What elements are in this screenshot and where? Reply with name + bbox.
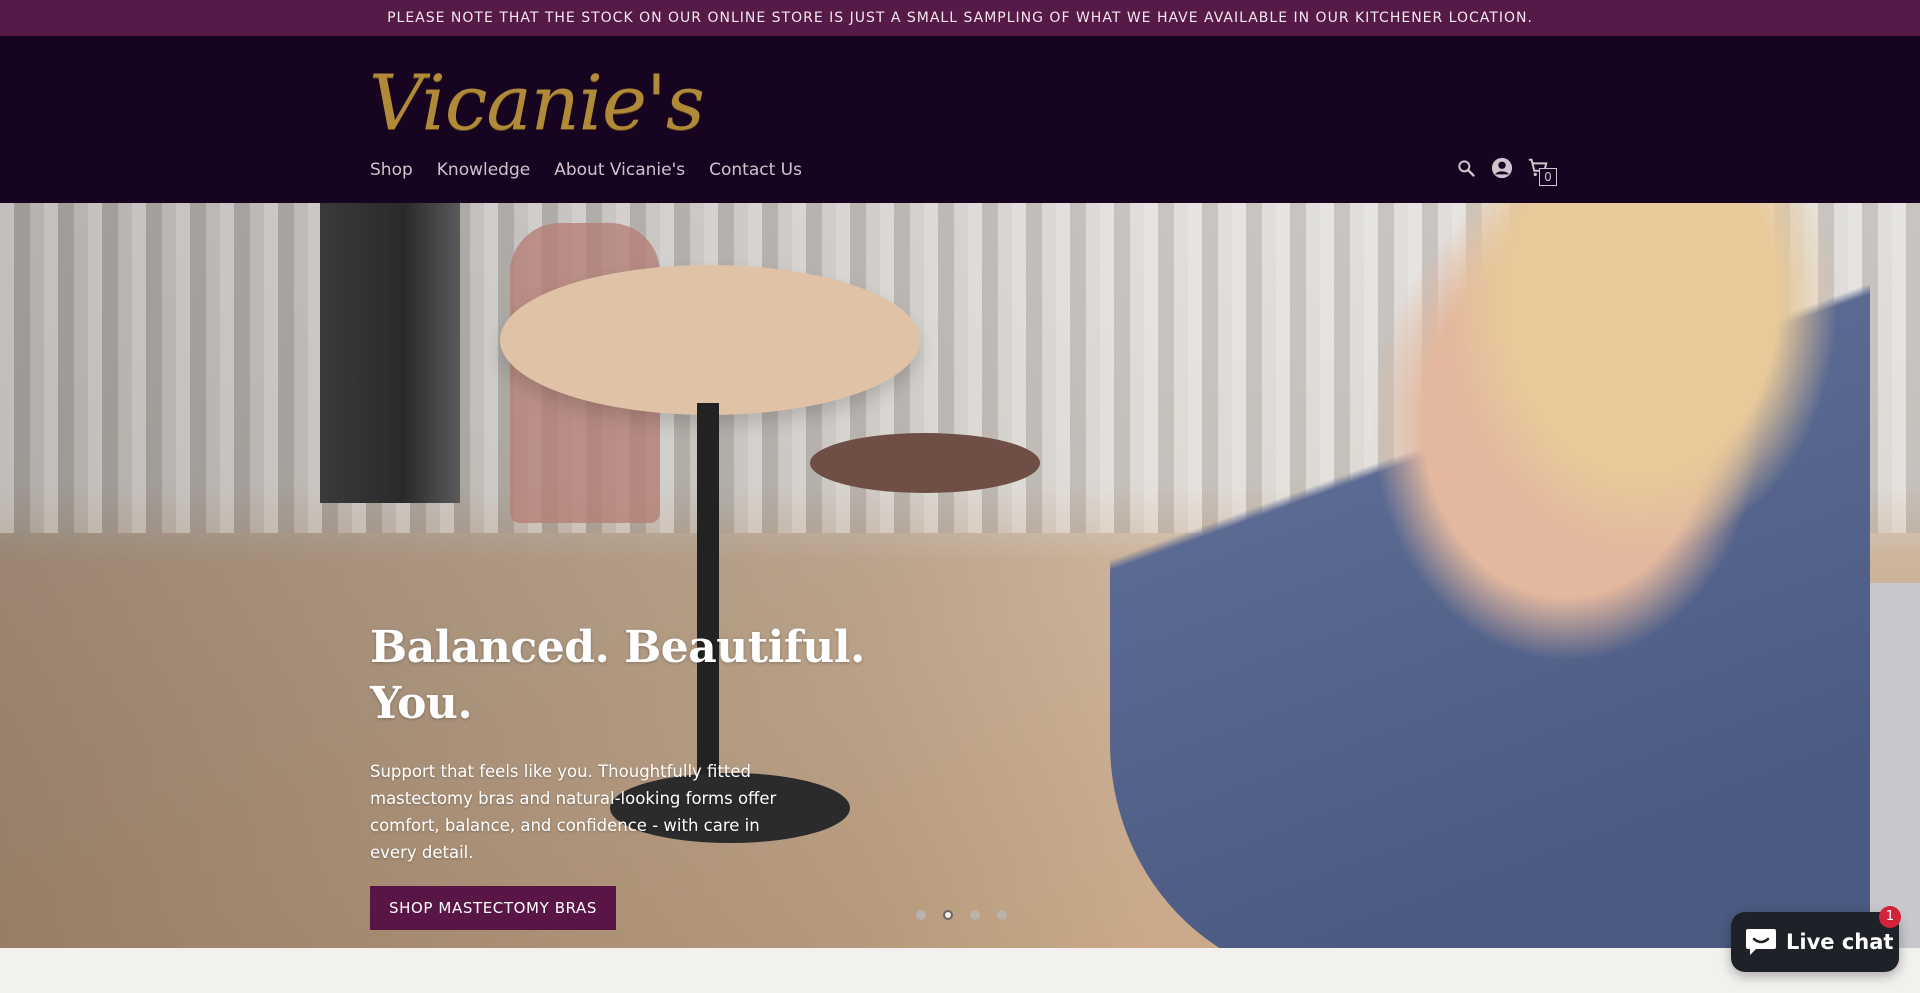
hero-content: Balanced. Beautiful. You. Support that f… xyxy=(370,620,890,930)
nav-item-shop[interactable]: Shop xyxy=(370,158,413,182)
main-nav: Shop Knowledge About Vicanie's Contact U… xyxy=(370,158,802,182)
hero-slideshow xyxy=(0,203,1920,948)
slide-dot-4[interactable] xyxy=(997,910,1007,920)
hero-background-table xyxy=(500,265,920,415)
account-icon[interactable] xyxy=(1491,156,1513,180)
slide-dot-3[interactable] xyxy=(970,910,980,920)
announcement-bar: PLEASE NOTE THAT THE STOCK ON OUR ONLINE… xyxy=(0,0,1920,36)
live-chat-label: Live chat xyxy=(1786,930,1894,954)
hero-background-stool xyxy=(810,433,1040,493)
cart-icon[interactable]: 0 xyxy=(1527,156,1557,186)
slideshow-dots xyxy=(916,910,1007,920)
live-chat-button[interactable]: Live chat 1 xyxy=(1731,906,1901,972)
shop-mastectomy-bras-button[interactable]: SHOP MASTECTOMY BRAS xyxy=(370,886,616,930)
site-header: Vicanie's Shop Knowledge About Vicanie's… xyxy=(0,36,1920,203)
slide-dot-2[interactable] xyxy=(943,910,953,920)
announcement-text: PLEASE NOTE THAT THE STOCK ON OUR ONLINE… xyxy=(387,10,1533,26)
slide-dot-1[interactable] xyxy=(916,910,926,920)
nav-item-knowledge[interactable]: Knowledge xyxy=(437,158,530,182)
nav-item-about[interactable]: About Vicanie's xyxy=(554,158,685,182)
search-icon[interactable] xyxy=(1455,156,1477,180)
logo[interactable]: Vicanie's xyxy=(369,62,705,144)
chat-bubble-icon xyxy=(1746,929,1776,955)
cart-count-badge: 0 xyxy=(1539,168,1557,186)
hero-image-woman xyxy=(1110,203,1870,948)
hero-title: Balanced. Beautiful. You. xyxy=(370,622,865,729)
header-icons: 0 xyxy=(1455,156,1557,186)
nav-item-contact[interactable]: Contact Us xyxy=(709,158,802,182)
hero-background-dark-curtain xyxy=(320,203,460,503)
chat-notification-badge: 1 xyxy=(1879,906,1901,928)
hero-description: Support that feels like you. Thoughtfull… xyxy=(370,762,777,862)
